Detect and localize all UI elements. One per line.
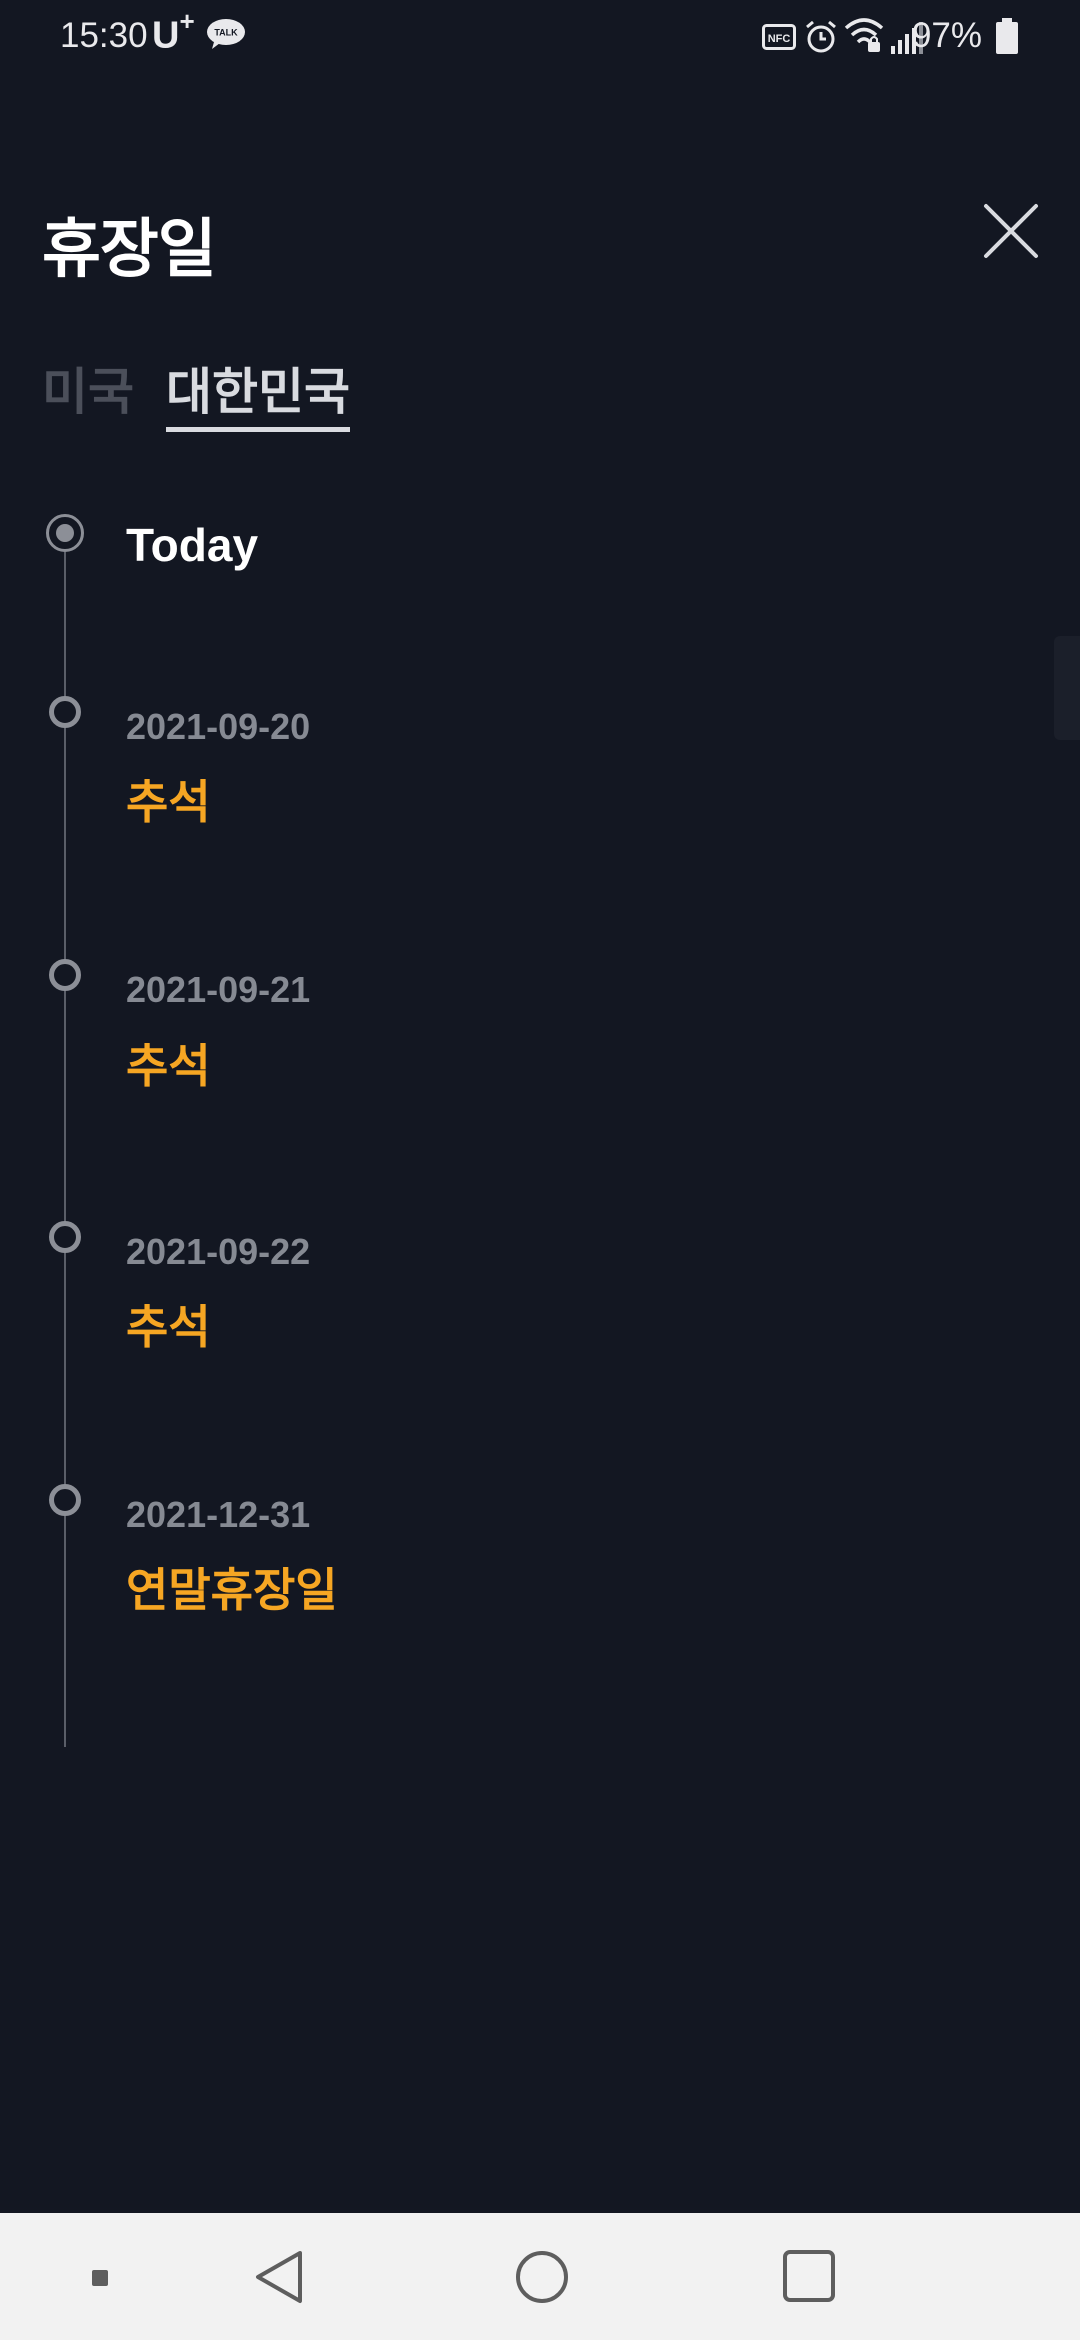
holiday-date: 2021-12-31 — [126, 1494, 311, 1535]
scroll-indicator[interactable] — [1054, 636, 1080, 740]
svg-text:NFC: NFC — [768, 33, 791, 45]
back-icon[interactable] — [250, 2247, 308, 2307]
tab-korea-label: 대한민국 — [166, 364, 350, 420]
timeline-dot-today — [46, 514, 84, 552]
today-label: Today — [126, 519, 259, 571]
timeline-line — [64, 552, 66, 1747]
svg-text:TALK: TALK — [214, 28, 238, 38]
holiday-name: 추석 — [126, 1301, 211, 1353]
home-icon[interactable] — [514, 2249, 570, 2305]
holiday-date: 2021-09-21 — [126, 969, 311, 1010]
alarm-icon — [806, 20, 836, 53]
timeline-dot — [49, 959, 81, 991]
close-icon[interactable] — [980, 200, 1042, 262]
recents-icon[interactable] — [782, 2249, 836, 2303]
timeline-dot — [49, 1484, 81, 1516]
talk-icon: TALK — [207, 19, 245, 49]
holiday-name: 추석 — [126, 1040, 211, 1092]
tab-us[interactable]: 미국 — [42, 352, 134, 428]
holiday-name: 연말휴장일 — [126, 1564, 338, 1616]
holiday-name: 추석 — [126, 776, 211, 828]
holiday-date: 2021-09-20 — [126, 706, 311, 747]
tab-korea[interactable]: 대한민국 — [166, 352, 350, 432]
tab-active-underline — [166, 427, 350, 432]
carrier-label: U+ — [152, 6, 195, 57]
status-bar: 15:30 U+ TALK NFC 97% — [0, 0, 1080, 75]
wifi-icon — [844, 18, 884, 52]
nfc-icon: NFC — [762, 24, 796, 50]
holiday-screen: 15:30 U+ TALK NFC 97% 휴장일 미국 대한민국 Today … — [0, 0, 1080, 2340]
nav-dot-icon — [92, 2270, 108, 2286]
holiday-date: 2021-09-22 — [126, 1231, 311, 1272]
battery-percent: 97% — [911, 16, 982, 55]
tab-us-label: 미국 — [42, 364, 134, 420]
page-title: 휴장일 — [42, 213, 217, 285]
battery-icon — [996, 18, 1018, 54]
timeline-dot — [49, 696, 81, 728]
system-nav-bar — [0, 2213, 1080, 2340]
status-time: 15:30 — [60, 16, 148, 55]
timeline-dot — [49, 1221, 81, 1253]
